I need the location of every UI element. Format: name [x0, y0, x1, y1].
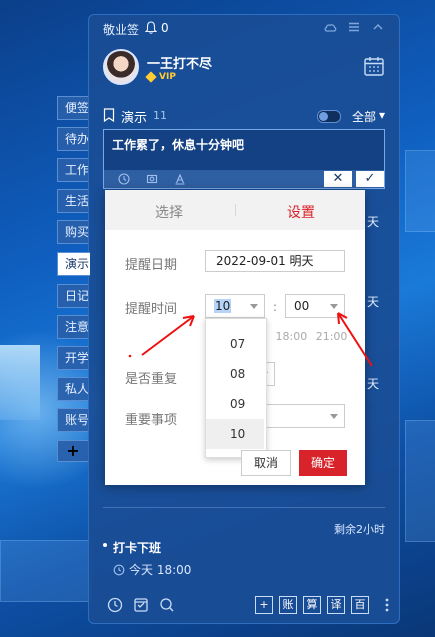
hour-dropdown: 07 08 09 10: [205, 318, 267, 458]
minute-select[interactable]: 00: [285, 294, 345, 318]
category-tab[interactable]: 购买: [57, 220, 88, 244]
time-colon: :: [273, 300, 278, 314]
confirm-input-button[interactable]: ✓: [356, 171, 384, 187]
avatar[interactable]: [103, 49, 139, 85]
search-icon[interactable]: [159, 597, 175, 613]
cloud-icon[interactable]: [323, 20, 337, 34]
cancel-input-button[interactable]: ✕: [324, 171, 352, 187]
account-button[interactable]: 账: [279, 596, 297, 614]
hour-option[interactable]: 07: [206, 329, 264, 359]
divider: [103, 507, 385, 508]
add-button[interactable]: +: [255, 596, 273, 614]
all-filter-dropdown[interactable]: 全部 ▾: [352, 108, 385, 125]
show-all-toggle[interactable]: [317, 110, 341, 123]
clock-icon[interactable]: [107, 597, 123, 613]
important-label: 重要事项: [125, 413, 178, 428]
list-header: 演示 11 全部 ▾: [103, 107, 385, 126]
more-vertical-icon[interactable]: [385, 597, 389, 613]
text-format-icon[interactable]: [174, 173, 186, 185]
add-category-button[interactable]: +: [57, 440, 88, 462]
task-time: 今天 18:00: [113, 561, 191, 578]
image-icon[interactable]: [146, 173, 158, 185]
vip-diamond-icon: [145, 71, 157, 83]
category-tab[interactable]: 工作: [57, 158, 88, 182]
caret-down-icon: [330, 304, 338, 309]
calendar-icon[interactable]: [363, 55, 385, 77]
translate-button[interactable]: 译: [327, 596, 345, 614]
username: 一王打不尽: [147, 57, 213, 72]
reminder-date-label: 提醒日期: [125, 258, 178, 273]
tab-separator: [235, 204, 236, 216]
caret-down-icon: [330, 414, 338, 419]
hour-option-selected[interactable]: 10: [206, 419, 264, 449]
desktop-pane: [405, 150, 435, 232]
calculator-button[interactable]: 算: [303, 596, 321, 614]
list-item-fragment: 天: [367, 215, 380, 229]
category-tab[interactable]: 私人: [57, 377, 88, 401]
list-count: 11: [153, 109, 167, 122]
checklist-icon[interactable]: [133, 597, 149, 613]
bookmark-icon: [103, 108, 115, 122]
category-tab[interactable]: 便签: [57, 96, 88, 120]
list-item-fragment: 天: [367, 295, 380, 309]
collapse-icon[interactable]: [371, 20, 385, 34]
clock-icon[interactable]: [118, 173, 130, 185]
category-tab-active[interactable]: 演示: [57, 252, 90, 276]
category-tab[interactable]: 注意: [57, 315, 88, 339]
caret-down-icon: [250, 304, 258, 309]
quick-time-options[interactable]: 0 18:00 21:00: [260, 330, 347, 343]
tab-select[interactable]: 选择: [155, 202, 183, 222]
desktop-pane: [0, 540, 92, 602]
hour-select[interactable]: 10: [205, 294, 265, 318]
reminder-dialog: 选择 设置 提醒日期 2022-09-01 明天 提醒时间 10 : 00 0 …: [105, 190, 365, 485]
category-tab[interactable]: 账号: [57, 408, 88, 432]
caret-down-icon: ▾: [378, 108, 385, 122]
menu-icon[interactable]: [347, 20, 361, 34]
repeat-clock-icon: [113, 564, 125, 575]
app-name: 敬业签: [103, 23, 140, 37]
tab-settings[interactable]: 设置: [287, 202, 315, 222]
repeat-label: 是否重复: [125, 372, 178, 387]
desktop-window-light: [0, 345, 40, 420]
list-title: 演示: [121, 111, 148, 126]
input-toolbar: ✕ ✓: [104, 170, 384, 188]
hour-option[interactable]: 08: [206, 359, 264, 389]
list-item-bullet: [103, 543, 107, 547]
list-item-fragment: 天: [367, 377, 380, 391]
desktop-pane: [405, 420, 435, 542]
task-title[interactable]: 打卡下班: [113, 539, 161, 556]
bottom-toolbar: + 账 算 译 百: [89, 587, 399, 623]
category-tab[interactable]: 生活: [57, 189, 88, 213]
title-bar[interactable]: 敬业签 0: [89, 15, 399, 41]
note-input[interactable]: 工作累了，休息十分钟吧 ✕ ✓: [103, 129, 385, 189]
bell-icon[interactable]: [145, 21, 157, 34]
category-tab[interactable]: 待办: [57, 127, 88, 151]
hour-option[interactable]: 09: [206, 389, 264, 419]
note-input-text[interactable]: 工作累了，休息十分钟吧: [112, 136, 244, 153]
dialog-tabs: 选择 设置: [105, 190, 365, 230]
vip-badge: VIP: [145, 71, 176, 83]
category-tab[interactable]: 开学: [57, 346, 88, 370]
reminder-time-label: 提醒时间: [125, 302, 178, 317]
confirm-button[interactable]: 确定: [299, 450, 347, 476]
baidu-button[interactable]: 百: [351, 596, 369, 614]
category-tab[interactable]: 日记: [57, 284, 88, 308]
important-select[interactable]: [255, 404, 345, 428]
cancel-button[interactable]: 取消: [241, 450, 291, 476]
remaining-time: 剩余2小时: [334, 523, 385, 536]
reminder-date-field[interactable]: 2022-09-01 明天: [205, 250, 345, 272]
notification-count: 0: [161, 21, 169, 35]
